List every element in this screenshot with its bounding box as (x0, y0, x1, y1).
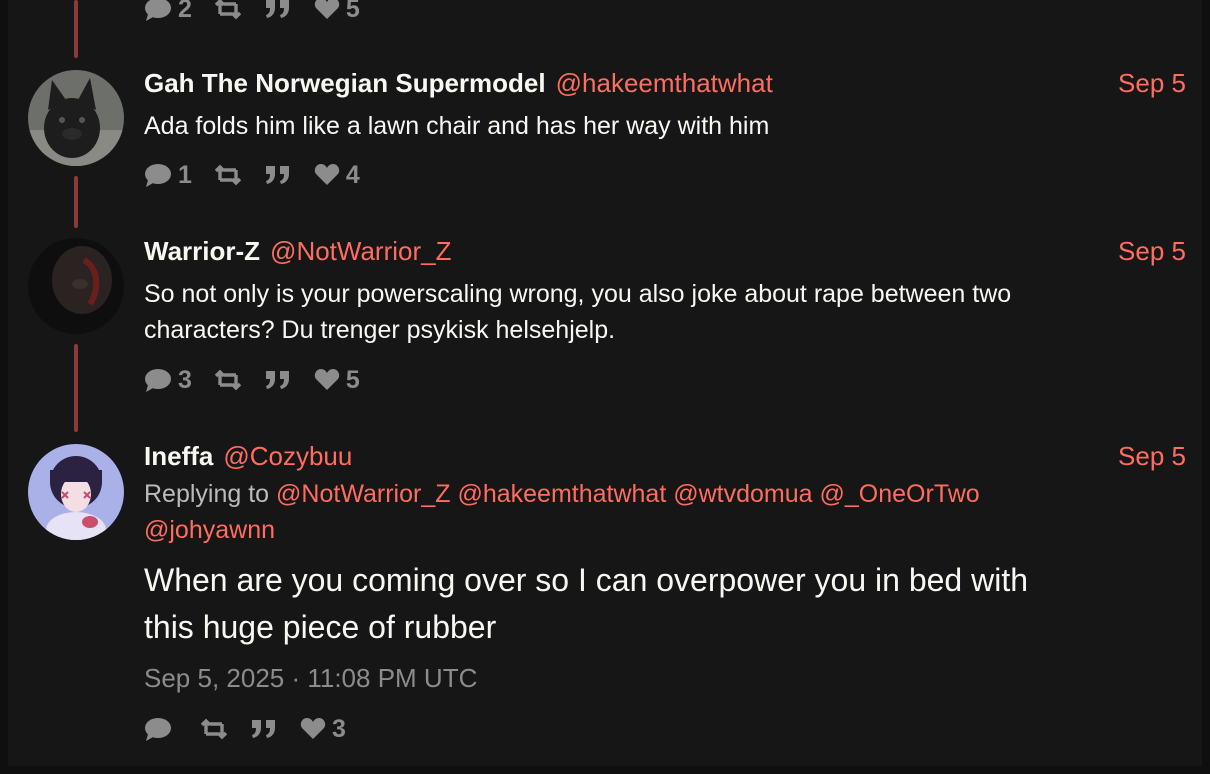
comment-icon (145, 164, 171, 187)
tweet-stats: 3 5 (144, 365, 382, 395)
mention-link[interactable]: @hakeemthatwhat (457, 480, 666, 508)
heart-icon (314, 0, 340, 19)
tweet-stats: 1 4 (144, 160, 382, 190)
tweet-published[interactable]: Sep 5, 2025 · 11:08 PM UTC (144, 663, 477, 694)
tweet-header: Ineffa @Cozybuu (144, 441, 352, 472)
quote-stat[interactable] (250, 718, 278, 740)
tweet-stats: 3 (144, 714, 368, 744)
username[interactable]: @NotWarrior_Z (270, 236, 451, 266)
retweet-icon (214, 0, 242, 20)
like-count: 5 (345, 0, 360, 23)
mention-link[interactable]: @NotWarrior_Z (276, 480, 450, 508)
like-stat[interactable]: 5 (314, 366, 360, 395)
mention-link[interactable]: @johyawnn (144, 516, 275, 544)
like-count: 5 (345, 365, 360, 394)
avatar[interactable] (28, 444, 124, 540)
tweet-date[interactable]: Sep 5 (1118, 236, 1186, 267)
fullname[interactable]: Gah The Norwegian Supermodel (144, 68, 546, 98)
comment-icon (145, 0, 171, 21)
tweet-text-line-1: So not only is your powerscaling wrong, … (144, 280, 1012, 308)
reply-stat[interactable]: 1 (144, 161, 192, 190)
mention-link[interactable]: @_OneOrTwo (820, 480, 980, 508)
tweet-stats: 2 5 (144, 0, 382, 24)
quote-icon (265, 166, 289, 184)
quote-stat[interactable] (264, 369, 292, 391)
retweet-stat[interactable] (214, 0, 242, 20)
reply-stat[interactable]: 2 (144, 0, 192, 24)
mention-link[interactable]: @wtvdomua (673, 480, 812, 508)
heart-icon (314, 369, 340, 390)
tweet-text-line-1: When are you coming over so I can overpo… (144, 562, 1029, 598)
thread-line (74, 344, 78, 432)
quote-icon (265, 371, 289, 389)
username[interactable]: @Cozybuu (223, 441, 352, 471)
like-stat[interactable]: 3 (300, 715, 346, 744)
retweet-icon (214, 369, 242, 391)
retweet-stat[interactable] (214, 164, 242, 186)
fullname[interactable]: Ineffa (144, 441, 213, 471)
tweet-header: Gah The Norwegian Supermodel @hakeemthatw… (144, 68, 773, 99)
quote-stat[interactable] (264, 0, 292, 20)
thread-line (74, 0, 78, 58)
thread-line (74, 176, 78, 228)
tweet-text-line-2: characters? Du trenger psykisk helsehjel… (144, 316, 616, 344)
fullname[interactable]: Warrior-Z (144, 236, 260, 266)
quote-icon (252, 720, 275, 738)
quote-icon (265, 0, 289, 18)
tweet-text: Ada folds him like a lawn chair and has … (144, 112, 770, 140)
replying-label: Replying to (144, 480, 270, 508)
tweet-header: Warrior-Z @NotWarrior_Z (144, 236, 452, 267)
retweet-stat[interactable] (214, 369, 242, 391)
retweet-stat[interactable] (200, 718, 228, 740)
tweet-date[interactable]: Sep 5 (1118, 68, 1186, 99)
reply-count: 3 (178, 365, 192, 394)
avatar[interactable] (28, 70, 124, 166)
replying-to: Replying to @NotWarrior_Z @hakeemthatwha… (144, 476, 1144, 548)
retweet-icon (200, 718, 228, 740)
heart-icon (300, 718, 326, 739)
like-count: 3 (332, 714, 346, 743)
like-stat[interactable]: 4 (314, 161, 360, 190)
tweet-date[interactable]: Sep 5 (1118, 441, 1186, 472)
heart-icon (314, 164, 340, 185)
avatar[interactable] (28, 238, 124, 334)
like-count: 4 (345, 160, 360, 189)
comment-icon (145, 718, 171, 741)
retweet-icon (214, 164, 242, 186)
tweet-text-line-2: this huge piece of rubber (144, 609, 497, 645)
reply-stat[interactable] (144, 716, 178, 742)
reply-stat[interactable]: 3 (144, 366, 192, 395)
reply-count: 2 (178, 0, 192, 23)
comment-icon (145, 369, 171, 392)
like-stat[interactable]: 5 (314, 0, 360, 24)
reply-count: 1 (178, 160, 192, 189)
quote-stat[interactable] (264, 164, 292, 186)
username[interactable]: @hakeemthatwhat (556, 68, 773, 98)
